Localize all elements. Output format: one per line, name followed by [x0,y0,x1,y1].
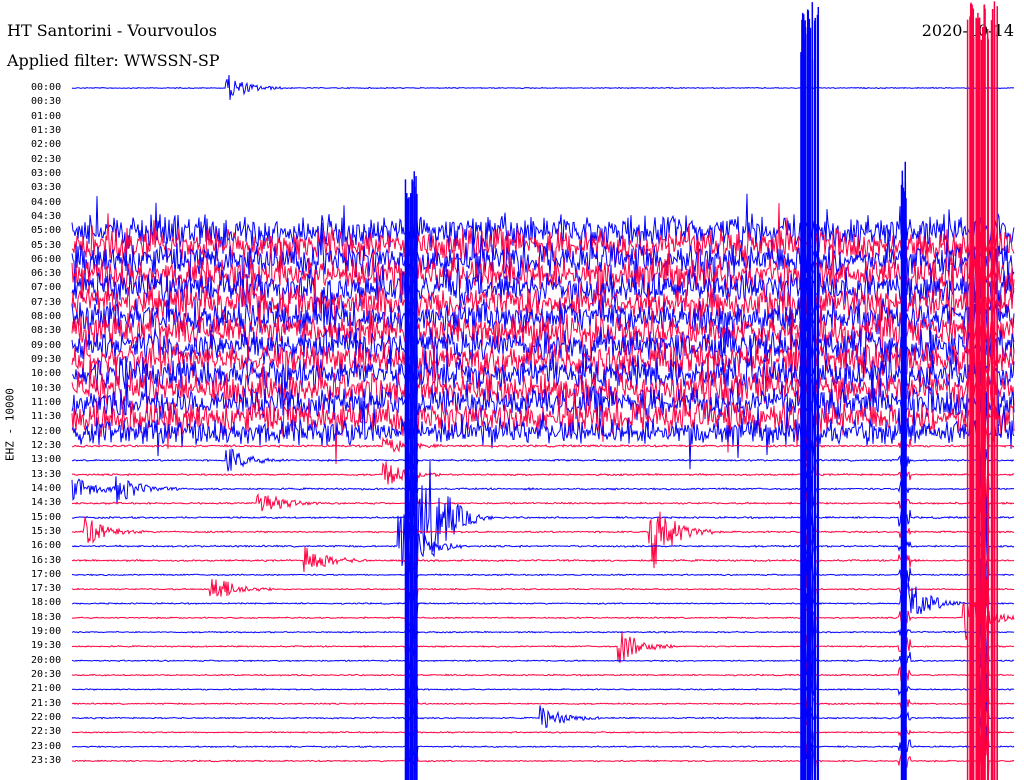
large-event-0 [404,171,418,780]
trace-row-1730 [72,559,1015,617]
trace-row-1830 [71,569,1015,649]
trace-row-2330 [71,729,1015,780]
trace-row-1700 [71,548,1015,608]
large-event-1 [800,2,820,780]
trace-row-1530 [71,497,1015,569]
trace-row-2230 [71,709,1015,757]
large-event-3 [900,161,907,780]
trace-row-1430 [71,475,1015,535]
helicorder-plot [71,1,1015,780]
trace-row-0000 [71,74,1015,100]
large-event-2 [966,1,999,780]
trace-row-1330 [71,451,1015,519]
trace-row-2030 [71,646,1015,713]
trace-row-1800 [71,570,1014,649]
trace-row-1900 [71,610,1014,673]
trace-row-2100 [71,664,1015,712]
trace-row-2300 [71,725,1015,780]
trace-row-1500 [71,460,1015,575]
trace-row-1600 [71,514,1015,591]
trace-row-1630 [71,526,1015,582]
trace-row-1930 [71,615,1015,682]
